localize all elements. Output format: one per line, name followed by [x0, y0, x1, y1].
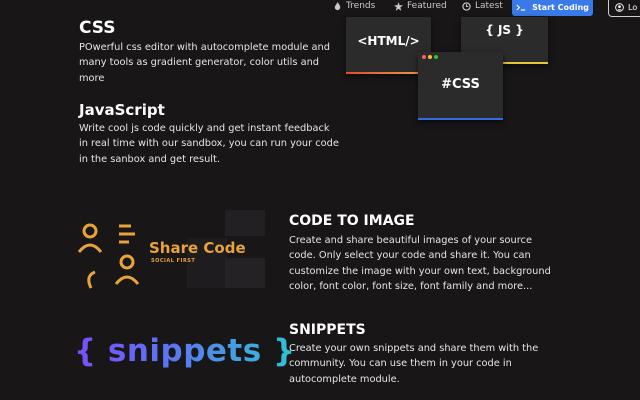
minimize-dot-icon	[428, 55, 432, 59]
snippets-description: Create your own snippets and share them …	[289, 341, 559, 387]
css-description-line: POwerful css editor with autocomplete mo…	[79, 42, 330, 53]
css-window-underline	[418, 118, 503, 120]
user-icon	[615, 2, 624, 12]
js-window-label: { JS }	[485, 23, 524, 37]
snippets-description-line: community. You can use them in your code…	[289, 358, 512, 370]
people-sharing-icon	[77, 223, 140, 289]
css-description-line: more	[79, 72, 105, 84]
nav-trends-label: Trends	[346, 1, 376, 11]
nav-latest-label: Latest	[475, 1, 503, 11]
decor-block	[225, 258, 265, 288]
share-code-logo: Share Code SOCIAL FIRST	[75, 208, 270, 300]
flame-icon	[334, 1, 341, 10]
nav-featured[interactable]: Featured	[394, 0, 447, 12]
maximize-dot-icon	[434, 55, 438, 59]
share-code-brand: Share Code	[149, 239, 246, 257]
nav-latest[interactable]: Latest	[462, 0, 503, 12]
code-to-image-heading: CODE TO IMAGE	[289, 213, 415, 229]
code-to-image-description-line: code. Only select your code and share it…	[289, 250, 531, 262]
clock-icon	[462, 1, 471, 11]
code-to-image-description: Create and share beautiful images of you…	[289, 233, 559, 294]
star-icon	[394, 1, 403, 11]
javascript-description-line: in the sanbox and get result.	[79, 153, 220, 165]
login-button[interactable]: Lo	[608, 0, 640, 17]
javascript-description: Write cool js code quickly and get insta…	[79, 121, 354, 167]
share-code-tagline: SOCIAL FIRST	[151, 258, 196, 264]
nav-featured-label: Featured	[407, 1, 447, 11]
login-label: Lo	[628, 2, 638, 12]
start-coding-label: Start Coding	[532, 2, 589, 12]
nav-trends[interactable]: Trends	[333, 0, 375, 12]
code-to-image-description-line: color, font color, font size, font famil…	[289, 280, 533, 292]
snippets-logo: { snippets }	[74, 333, 296, 369]
javascript-heading: JavaScript	[79, 101, 165, 119]
css-heading: CSS	[79, 18, 116, 38]
snippets-description-line: autocomplete module.	[289, 373, 400, 385]
css-description: POwerful css editor with autocomplete mo…	[79, 40, 349, 86]
snippets-heading: SNIPPETS	[289, 322, 366, 338]
close-dot-icon	[422, 55, 426, 59]
snippets-description-line: Create your own snippets and share them …	[289, 343, 539, 354]
code-branch-icon	[516, 4, 526, 11]
code-to-image-description-line: Create and share beautiful images of you…	[289, 235, 532, 246]
javascript-description-line: in real time with our sandbox, you can r…	[79, 138, 339, 150]
html-window-label: <HTML/>	[357, 34, 420, 48]
css-window: #CSS	[418, 52, 503, 120]
code-to-image-description-line: customize the image with your own text, …	[289, 265, 551, 277]
css-window-label: #CSS	[441, 77, 480, 92]
css-description-line: many tools as gradient generator, color …	[79, 57, 320, 69]
decor-block	[225, 210, 265, 236]
javascript-description-line: Write cool js code quickly and get insta…	[79, 123, 330, 134]
start-coding-button[interactable]: Start Coding	[512, 0, 593, 16]
